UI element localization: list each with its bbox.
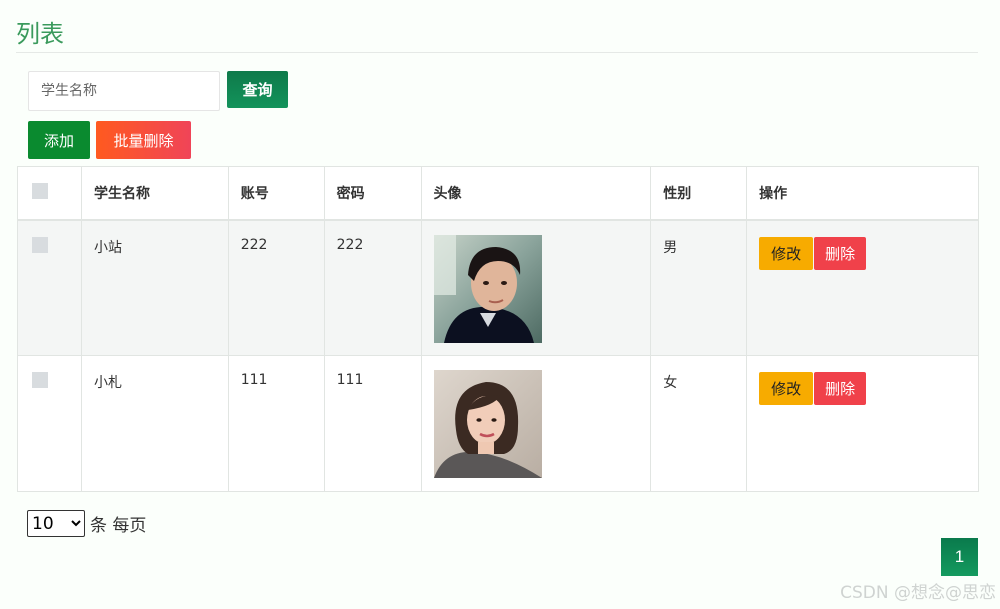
- row-checkbox[interactable]: [32, 372, 48, 388]
- cell-gender: 男: [650, 219, 748, 356]
- cell-password: 111: [323, 355, 422, 492]
- title-divider: [16, 52, 978, 53]
- page-1-button[interactable]: 1: [941, 538, 978, 576]
- student-table: 学生名称 账号 密码 头像 性别 操作 小站 222 222 男 修改 删除 小…: [17, 166, 979, 492]
- page-size-control: 10 条 每页: [27, 510, 146, 537]
- cell-password: 222: [323, 219, 422, 356]
- column-header-password: 密码: [323, 166, 422, 221]
- cell-account: 222: [227, 219, 325, 356]
- cell-account: 111: [227, 355, 325, 492]
- cell-gender: 女: [650, 355, 748, 492]
- cell-actions: 修改 删除: [746, 219, 979, 356]
- row-checkbox[interactable]: [32, 236, 48, 253]
- select-all-checkbox[interactable]: [32, 182, 48, 199]
- column-header-avatar: 头像: [420, 166, 652, 221]
- column-header-account: 账号: [227, 166, 325, 221]
- cell-actions: 修改 删除: [746, 355, 979, 492]
- watermark-text: CSDN @想念@思恋: [840, 583, 996, 603]
- cell-avatar: [420, 219, 652, 356]
- table-header-row: 学生名称 账号 密码 头像 性别 操作: [17, 166, 979, 221]
- avatar-image-male: [433, 234, 542, 343]
- search-button[interactable]: 查询: [227, 71, 288, 108]
- page-size-select[interactable]: 10: [27, 510, 85, 537]
- student-name-search-input[interactable]: [28, 71, 220, 111]
- delete-button[interactable]: 删除: [814, 236, 867, 270]
- column-header-gender: 性别: [650, 166, 748, 221]
- column-header-name: 学生名称: [80, 166, 229, 221]
- delete-button[interactable]: 删除: [814, 372, 867, 405]
- avatar-image-female: [433, 370, 542, 478]
- table-row: 小札 111 111 女 修改 删除: [17, 355, 979, 492]
- table-row: 小站 222 222 男 修改 删除: [17, 219, 979, 356]
- edit-button[interactable]: 修改: [759, 372, 814, 405]
- select-all-cell: [17, 166, 82, 221]
- cell-name: 小站: [80, 219, 229, 356]
- cell-name: 小札: [80, 355, 229, 492]
- batch-delete-button[interactable]: 批量删除: [96, 121, 191, 159]
- per-page-label: 条 每页: [90, 516, 147, 536]
- column-header-actions: 操作: [746, 166, 979, 221]
- cell-avatar: [420, 355, 652, 492]
- row-select-cell: [17, 355, 82, 492]
- edit-button[interactable]: 修改: [759, 236, 814, 270]
- page-title: 列表: [16, 20, 64, 48]
- add-button[interactable]: 添加: [28, 121, 90, 159]
- row-select-cell: [17, 219, 82, 356]
